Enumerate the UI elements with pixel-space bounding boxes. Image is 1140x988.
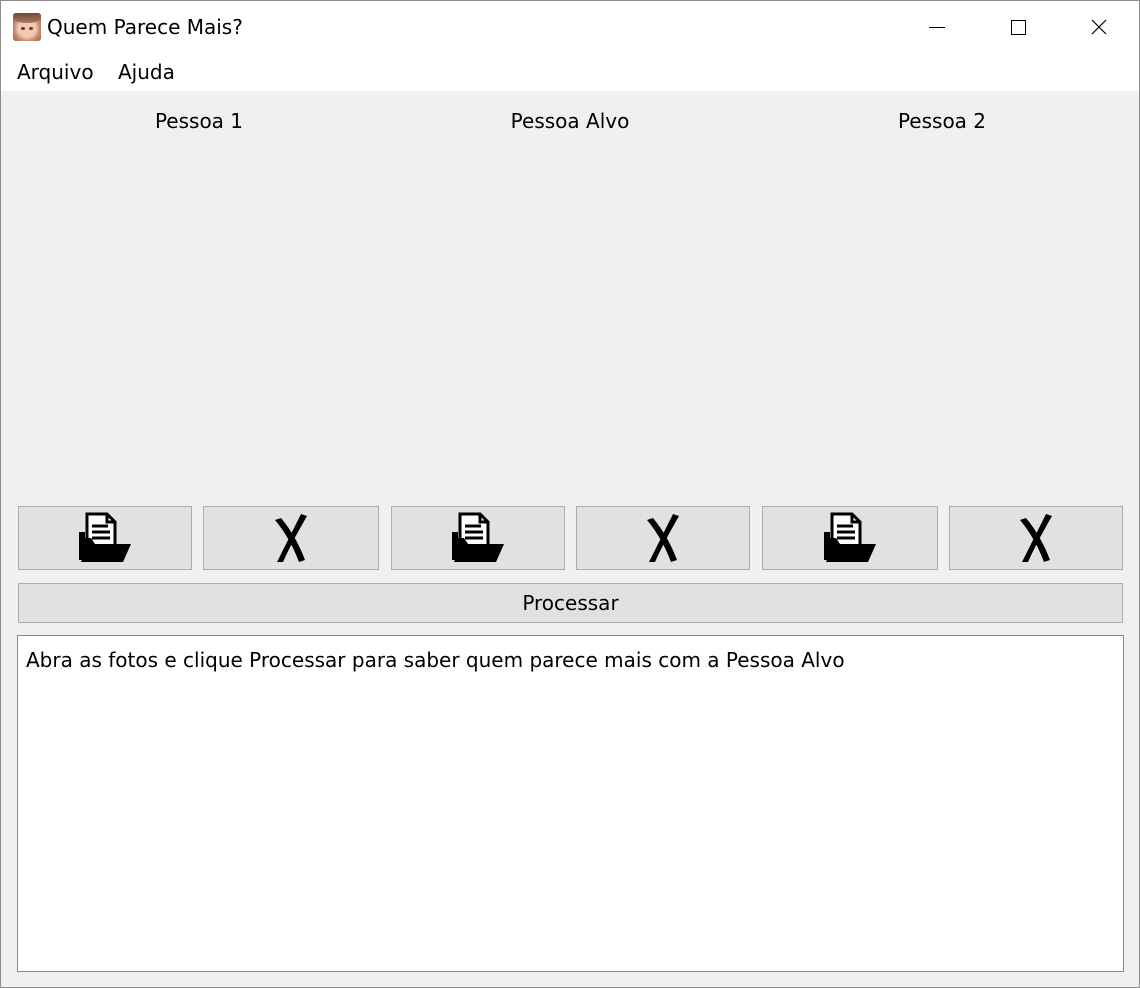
close-icon [1091,19,1107,35]
menu-arquivo[interactable]: Arquivo [15,60,96,84]
minimize-button[interactable] [897,1,977,53]
clear-pessoa-2-button[interactable] [949,506,1123,570]
title-bar[interactable]: Quem Parece Mais? [1,1,1139,53]
open-folder-icon [824,512,876,562]
open-pessoa-1-button[interactable] [18,506,192,570]
menu-ajuda[interactable]: Ajuda [116,60,177,84]
clear-pessoa-1-button[interactable] [203,506,379,570]
pessoa-1-image-area [19,141,379,496]
clear-pessoa-alvo-button[interactable] [576,506,750,570]
open-pessoa-2-button[interactable] [762,506,938,570]
pessoa-2-label: Pessoa 2 [897,109,987,133]
pessoa-alvo-image-area [391,141,751,496]
minimize-icon [929,27,945,28]
process-button[interactable]: Processar [18,583,1123,623]
close-button[interactable] [1059,1,1139,53]
pessoa-alvo-label: Pessoa Alvo [510,109,630,133]
open-pessoa-alvo-button[interactable] [391,506,565,570]
output-text: Abra as fotos e clique Processar para sa… [26,648,845,672]
app-window: Quem Parece Mais? Arquivo Ajuda Pessoa 1… [0,0,1140,988]
x-mark-icon [275,514,307,562]
x-mark-icon [647,514,679,562]
open-folder-icon [452,512,504,562]
x-mark-icon [1020,514,1052,562]
pessoa-2-image-area [763,141,1123,496]
maximize-button[interactable] [978,1,1058,53]
output-textbox[interactable]: Abra as fotos e clique Processar para sa… [17,635,1124,972]
menu-bar: Arquivo Ajuda [1,53,1139,91]
window-title: Quem Parece Mais? [47,15,243,39]
baby-face-icon [13,13,41,41]
open-folder-icon [79,512,131,562]
pessoa-1-label: Pessoa 1 [154,109,244,133]
maximize-icon [1011,20,1026,35]
